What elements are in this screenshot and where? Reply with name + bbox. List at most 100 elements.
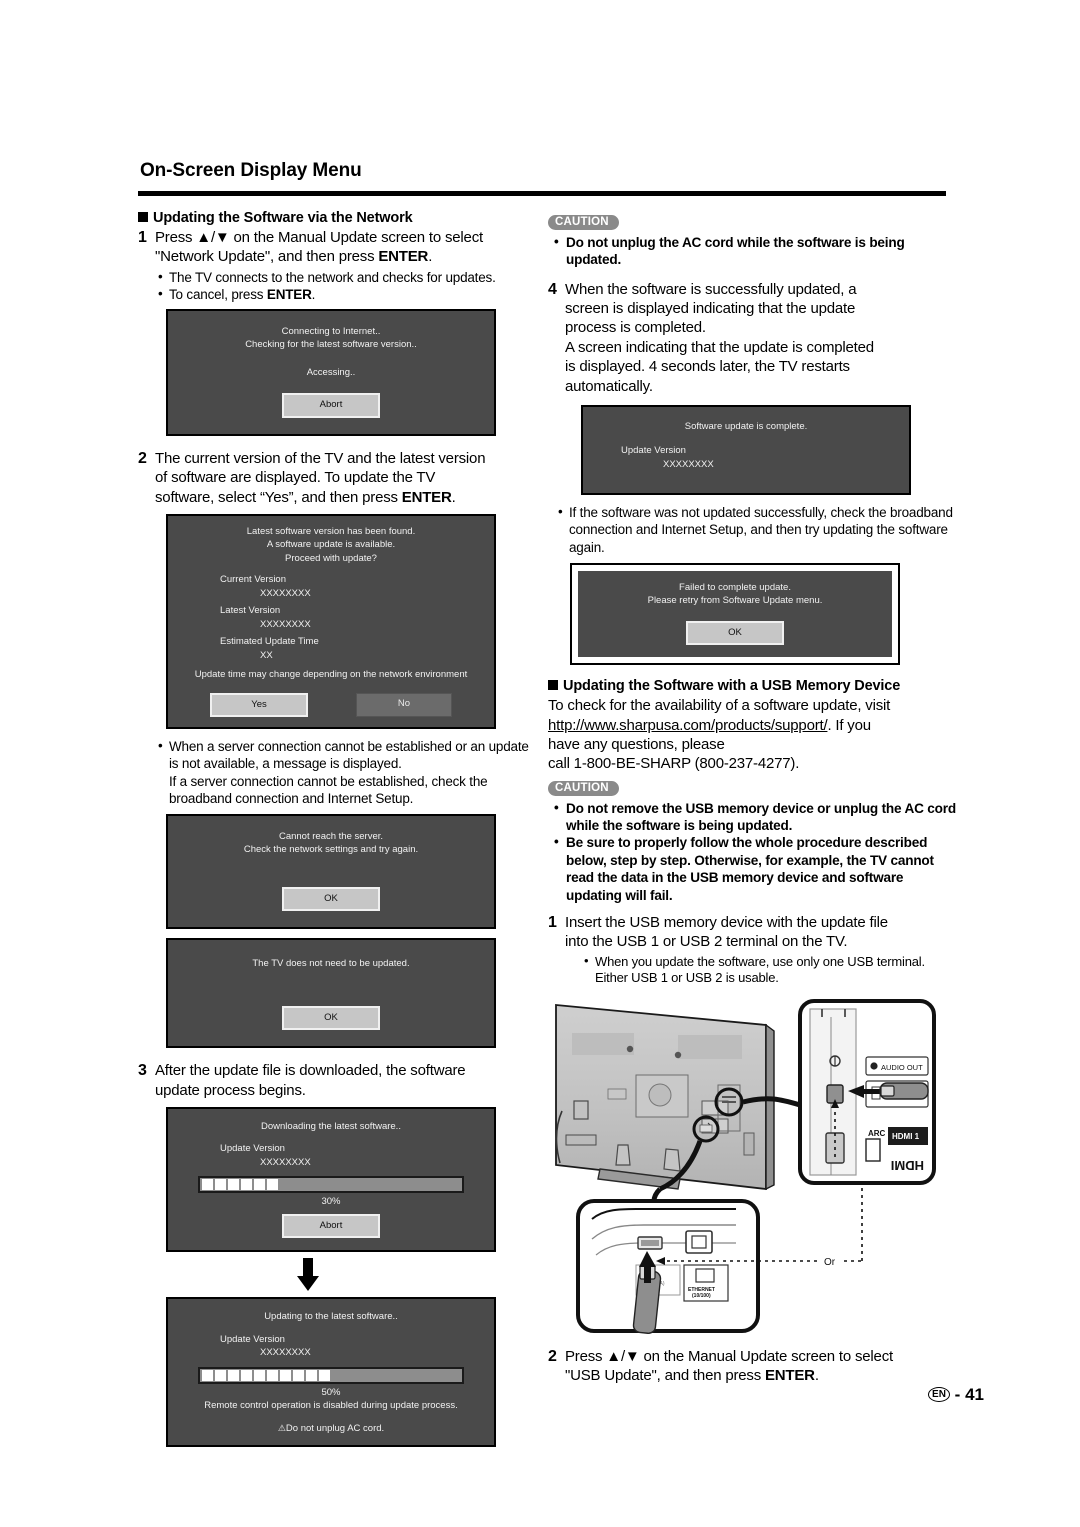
caution-badge: CAUTION xyxy=(548,780,619,796)
osd-line: Connecting to Internet.. xyxy=(281,325,381,337)
step-number: 1 xyxy=(138,229,147,246)
page-number: 41 xyxy=(965,1385,984,1404)
list-item: If the software was not updated successf… xyxy=(558,503,958,555)
osd-no-update-needed: The TV does not need to be updated. OK xyxy=(166,938,496,1049)
osd-update-complete: Software update is complete. Update Vers… xyxy=(581,404,911,496)
osd-line: The TV does not need to be updated. xyxy=(252,958,410,970)
step-1: 1 Press ▲/▼ on the Manual Update screen … xyxy=(138,228,536,267)
page-content: On-Screen Display Menu Updating the Soft… xyxy=(138,160,958,1448)
step-number: 2 xyxy=(548,1347,557,1365)
update-progress-percent: 50% xyxy=(321,1386,341,1398)
no-button[interactable]: No xyxy=(356,692,452,718)
current-version-value: XXXXXXXX xyxy=(260,587,311,599)
osd-button-row: Yes No xyxy=(168,692,494,718)
osd-button-row: OK xyxy=(168,886,494,912)
osd-button-row: Abort xyxy=(168,393,494,418)
osd-cannot-reach-server: Cannot reach the server. Check the netwo… xyxy=(166,813,496,930)
or-label: Or xyxy=(824,1257,836,1268)
osd-failed-wrap: Failed to complete update. Please retry … xyxy=(570,562,900,666)
step-text: The current version of the TV and the la… xyxy=(155,449,486,506)
osd-cannot-reach-wrap: Cannot reach the server. Check the netwo… xyxy=(166,813,496,930)
list-item: To cancel, press ENTER. xyxy=(158,285,536,303)
list-item: When a server connection cannot be estab… xyxy=(158,737,536,807)
osd-complete-wrap: Software update is complete. Update Vers… xyxy=(581,404,911,496)
latest-version-value: XXXXXXXX xyxy=(260,618,311,630)
step-text: When the software is successfully update… xyxy=(565,280,874,395)
step-text: Press ▲/▼ on the Manual Update screen to… xyxy=(155,229,483,266)
abort-button[interactable]: Abort xyxy=(282,393,380,418)
osd-line: Please retry from Software Update menu. xyxy=(647,595,823,607)
svg-text:(10/100): (10/100) xyxy=(692,1293,711,1299)
osd-line: Proceed with update? xyxy=(285,552,377,564)
osd-line: Failed to complete update. xyxy=(679,581,791,593)
osd-connecting-wrap: Connecting to Internet.. Checking for th… xyxy=(166,308,496,436)
enter-key-label: ENTER xyxy=(266,286,312,302)
osd-updating: Updating to the latest software.. Update… xyxy=(166,1297,496,1448)
support-url-link[interactable]: http://www.sharpusa.com/products/support… xyxy=(548,717,828,734)
ok-button[interactable]: OK xyxy=(282,886,380,912)
osd-downloading-wrap: Downloading the latest software.. Update… xyxy=(166,1106,496,1253)
osd-connecting: Connecting to Internet.. Checking for th… xyxy=(166,308,496,436)
ok-button[interactable]: OK xyxy=(282,1005,380,1031)
osd-line: Software update is complete. xyxy=(684,420,808,432)
page-footer: EN - 41 xyxy=(928,1385,984,1405)
step-text: After the update file is downloaded, the… xyxy=(155,1062,466,1099)
osd-warning: ⚠Do not unplug AC cord. xyxy=(277,1422,385,1434)
usb-step-1: 1 Insert the USB memory device with the … xyxy=(548,913,958,952)
step-text: Press ▲/▼ on the Manual Update screen to… xyxy=(565,1347,893,1384)
bullet-square-icon xyxy=(138,212,148,222)
osd-line: Updating to the latest software.. xyxy=(264,1311,398,1323)
right-column: CAUTION Do not unplug the AC cord while … xyxy=(536,210,958,1385)
estimated-time-label: Estimated Update Time xyxy=(220,636,319,648)
hdmi-logo: HDMI xyxy=(891,1158,924,1173)
manual-page: On-Screen Display Menu Updating the Soft… xyxy=(0,0,1080,1527)
ok-button[interactable]: OK xyxy=(686,620,784,646)
step-1-notes: The TV connects to the network and check… xyxy=(138,268,536,303)
list-item: When you update the software, use only o… xyxy=(584,953,958,987)
server-connection-note: When a server connection cannot be estab… xyxy=(138,737,536,807)
warning-triangle-icon: ⚠ xyxy=(277,1422,286,1433)
tv-usb-illustration: AUDIO OUT USB 1 ARC xyxy=(548,993,948,1343)
left-column: Updating the Software via the Network 1 … xyxy=(138,210,536,1448)
page-title: On-Screen Display Menu xyxy=(140,160,362,181)
side-terminal-panel: AUDIO OUT USB 1 ARC xyxy=(798,998,936,1185)
osd-line: Checking for the latest software version… xyxy=(245,339,417,351)
update-version-label: Update Version xyxy=(621,445,686,457)
download-progress-percent: 30% xyxy=(321,1196,341,1208)
bullet-square-icon xyxy=(548,680,558,691)
section-heading-usb: Updating the Software with a USB Memory … xyxy=(548,678,958,694)
step-number: 2 xyxy=(138,449,147,467)
step-number: 4 xyxy=(548,280,557,298)
osd-line: Check the network settings and try again… xyxy=(243,844,419,856)
usb-step-1-note: When you update the software, use only o… xyxy=(548,953,958,987)
osd-failed: Failed to complete update. Please retry … xyxy=(578,570,892,658)
step-text: Insert the USB memory device with the up… xyxy=(565,913,888,951)
download-progress-bar xyxy=(198,1176,464,1194)
caution-items: Do not remove the USB memory device or u… xyxy=(548,799,958,904)
abort-button[interactable]: Abort xyxy=(282,1213,380,1239)
step-4: 4 When the software is successfully upda… xyxy=(548,280,958,396)
osd-failed-frame: Failed to complete update. Please retry … xyxy=(570,562,900,666)
step-2: 2 The current version of the TV and the … xyxy=(138,449,536,507)
list-item: Do not remove the USB memory device or u… xyxy=(554,799,958,835)
arc-label: ARC xyxy=(868,1129,886,1138)
footer-separator: - xyxy=(954,1385,961,1404)
step-number: 1 xyxy=(548,913,557,931)
estimated-time-value: XX xyxy=(260,649,273,661)
osd-version-info: Latest software version has been found. … xyxy=(166,513,496,730)
latest-version-label: Latest Version xyxy=(220,605,281,617)
osd-button-row: Abort xyxy=(168,1213,494,1239)
osd-note: Remote control operation is disabled dur… xyxy=(204,1400,458,1412)
flow-arrow-wrap xyxy=(138,1252,478,1297)
osd-line: Latest software version has been found. xyxy=(246,525,416,537)
rear-terminal-panel: USB 2 (A) ETHERNET (10/100) xyxy=(576,1182,863,1334)
language-badge: EN xyxy=(928,1387,950,1402)
hdmi1-label: HDMI 1 xyxy=(892,1132,920,1141)
list-item: Be sure to properly follow the whole pro… xyxy=(554,833,958,904)
update-version-value: XXXXXXXX xyxy=(260,1156,311,1168)
usb-intro-text: To check for the availability of a softw… xyxy=(548,697,891,773)
update-version-value: XXXXXXXX xyxy=(663,458,714,470)
current-version-label: Current Version xyxy=(220,574,287,586)
yes-button[interactable]: Yes xyxy=(210,692,308,718)
osd-updating-wrap: Updating to the latest software.. Update… xyxy=(166,1297,496,1448)
